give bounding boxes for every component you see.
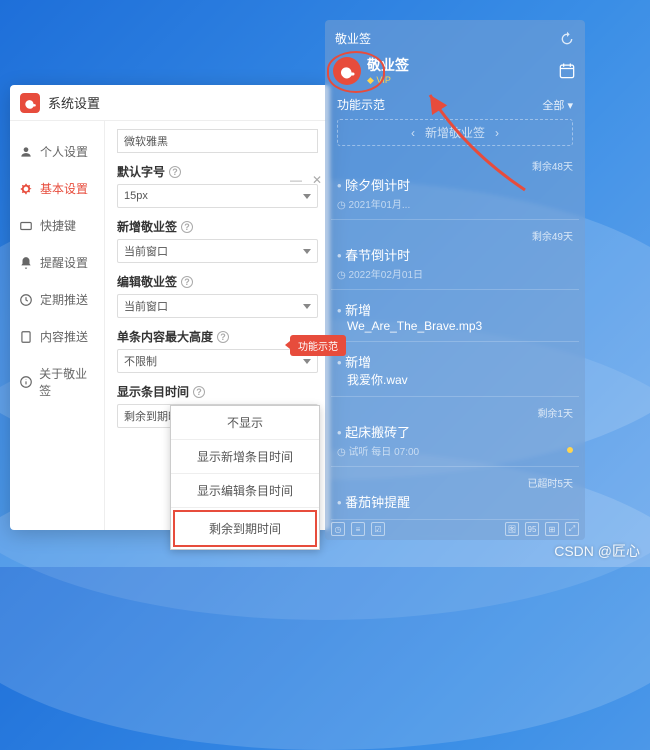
field-label: 编辑敬业签: [117, 273, 177, 290]
gear-icon: [18, 181, 34, 197]
app-logo-icon: [20, 93, 40, 113]
new-window-select[interactable]: 当前窗口: [117, 239, 318, 263]
settings-titlebar: 系统设置: [10, 85, 330, 121]
help-icon[interactable]: ?: [181, 221, 193, 233]
note-date: 每日 07:00: [371, 447, 419, 458]
doc-icon: [18, 329, 34, 345]
field-label: 默认字号: [117, 163, 165, 180]
demo-tooltip: 功能示范: [290, 335, 346, 356]
note-title: 春节倒计时: [337, 245, 573, 264]
info-icon: [18, 374, 33, 390]
note-item[interactable]: 剩余48天 除夕倒计时 2021年01月...: [331, 150, 579, 220]
note-item[interactable]: 剩余49天 春节倒计时 2022年02月01日: [331, 220, 579, 290]
note-remaining: 已超时5天: [527, 475, 573, 490]
sidebar-label: 基本设置: [40, 180, 88, 197]
sidebar-item-personal[interactable]: 个人设置: [10, 133, 104, 170]
dropdown-option[interactable]: 不显示: [171, 406, 319, 440]
brand-logo-icon[interactable]: [333, 57, 361, 85]
settings-sidebar: 个人设置 基本设置 快捷键 提醒设置 定期推送 内容推送: [10, 121, 105, 530]
edit-window-select[interactable]: 当前窗口: [117, 294, 318, 318]
note-title: 新增: [337, 300, 573, 319]
sidebar-label: 定期推送: [40, 291, 88, 308]
note-title: 新增: [337, 352, 573, 371]
note-item[interactable]: 新增 We_Are_The_Brave.mp3: [331, 290, 579, 342]
note-remaining: 剩余49天: [532, 228, 573, 243]
note-item[interactable]: 已超时5天 番茄钟提醒: [331, 467, 579, 520]
calendar-icon[interactable]: [557, 61, 577, 81]
sidebar-item-content[interactable]: 内容推送: [10, 318, 104, 355]
sidebar-label: 关于敬业签: [39, 365, 96, 399]
fontsize-select[interactable]: 15px: [117, 184, 318, 208]
dropdown-option[interactable]: 显示编辑条目时间: [171, 474, 319, 508]
sidebar-label: 快捷键: [40, 217, 76, 234]
footer-icon[interactable]: ⊞: [545, 522, 559, 536]
dropdown-option[interactable]: 显示新增条目时间: [171, 440, 319, 474]
bell-icon: [18, 255, 34, 271]
add-note-button[interactable]: ‹ 新增敬业签 ›: [337, 119, 573, 146]
help-icon[interactable]: ?: [169, 166, 181, 178]
footer-icon[interactable]: ≡: [351, 522, 365, 536]
try-label[interactable]: 试听: [349, 447, 369, 458]
footer-icon[interactable]: ☑: [371, 522, 385, 536]
note-remaining: 剩余48天: [532, 158, 573, 173]
chevron-right-icon: ›: [495, 126, 499, 140]
sidebar-item-about[interactable]: 关于敬业签: [10, 355, 104, 409]
settings-title: 系统设置: [48, 93, 100, 112]
sidebar-item-shortcut[interactable]: 快捷键: [10, 207, 104, 244]
sidebar-label: 内容推送: [40, 328, 88, 345]
keyboard-icon: [18, 218, 34, 234]
note-item[interactable]: 新增 我爱你.wav: [331, 342, 579, 397]
note-date: 2022年02月01日: [337, 266, 573, 281]
note-date: 2021年01月...: [337, 196, 573, 211]
sidebar-label: 提醒设置: [40, 254, 88, 271]
note-title: 除夕倒计时: [337, 175, 573, 194]
font-value[interactable]: 微软雅黑: [117, 129, 318, 153]
display-time-dropdown: 不显示 显示新增条目时间 显示编辑条目时间 剩余到期时间: [170, 405, 320, 550]
note-title: 起床搬砖了: [337, 422, 573, 441]
sidebar-item-basic[interactable]: 基本设置: [10, 170, 104, 207]
help-icon[interactable]: ?: [193, 386, 205, 398]
help-icon[interactable]: ?: [217, 331, 229, 343]
chevron-left-icon: ‹: [411, 126, 415, 140]
note-title: 番茄钟提醒: [337, 492, 573, 511]
annotation-circle: [327, 51, 385, 93]
refresh-icon[interactable]: [559, 31, 575, 47]
notes-footer: ◷ ≡ ☑ 图 95 ⊞ ⤢: [331, 522, 579, 536]
sidebar-label: 个人设置: [40, 143, 88, 160]
footer-icon[interactable]: ⤢: [565, 522, 579, 536]
help-icon[interactable]: ?: [181, 276, 193, 288]
filter-all[interactable]: 全部 ▾: [542, 97, 573, 113]
note-subtitle: We_Are_The_Brave.mp3: [337, 319, 573, 333]
notes-panel: 敬业签 敬业签 VIP 功能示范 全部 ▾ ‹ 新增敬业签 › 剩余48天 除夕…: [325, 20, 585, 540]
field-label: 显示条目时间: [117, 383, 189, 400]
field-label: 单条内容最大高度: [117, 328, 213, 345]
footer-icon[interactable]: ◷: [331, 522, 345, 536]
watermark: CSDN @匠心: [554, 541, 640, 561]
footer-icon[interactable]: 图: [505, 522, 519, 536]
function-label[interactable]: 功能示范: [337, 96, 385, 113]
sidebar-item-reminder[interactable]: 提醒设置: [10, 244, 104, 281]
note-item[interactable]: 剩余1天 起床搬砖了 试听 每日 07:00: [331, 397, 579, 467]
dropdown-option-highlighted[interactable]: 剩余到期时间: [173, 510, 317, 547]
person-icon: [18, 144, 34, 160]
note-subtitle: 我爱你.wav: [337, 371, 573, 388]
status-dot-icon: [567, 447, 573, 453]
max-height-select[interactable]: 不限制: [117, 349, 318, 373]
footer-icon[interactable]: 95: [525, 522, 539, 536]
field-label: 新增敬业签: [117, 218, 177, 235]
notes-brand-bar: 敬业签 VIP: [331, 51, 579, 94]
clock-icon: [18, 292, 34, 308]
sidebar-item-push[interactable]: 定期推送: [10, 281, 104, 318]
note-remaining: 剩余1天: [537, 405, 573, 420]
notes-window-title: 敬业签: [335, 30, 559, 47]
